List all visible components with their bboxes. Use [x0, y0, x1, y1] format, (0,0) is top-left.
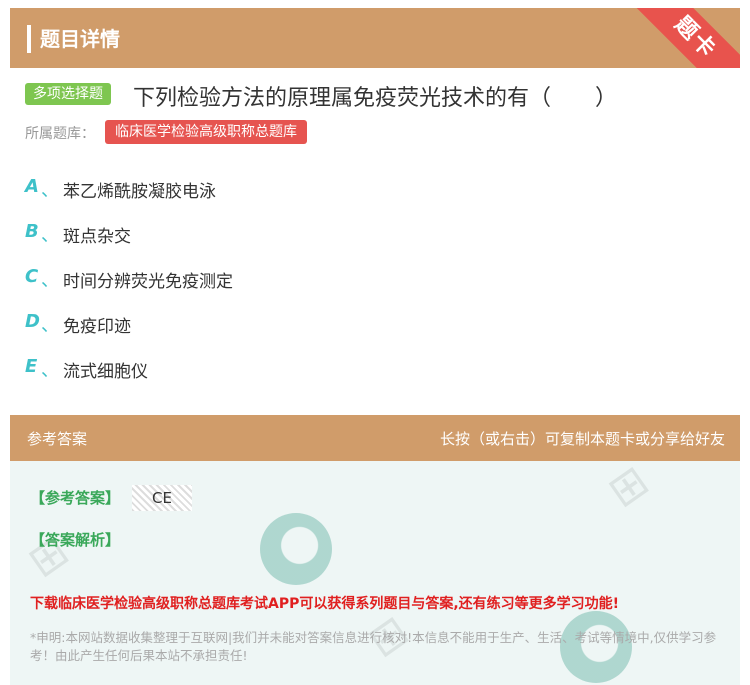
option-c[interactable]: C 、 时间分辨荧光免疫测定: [25, 266, 625, 296]
header-accent: [27, 25, 31, 53]
answer-header: 参考答案 长按（或右击）可复制本题卡或分享给好友: [10, 415, 740, 461]
app-download-link[interactable]: 下载临床医学检验高级职称总题库考试APP可以获得系列题目与答案,还有练习等更多学…: [30, 593, 619, 613]
question-bank-row: 所属题库： 临床医学检验高级职称总题库: [25, 120, 725, 146]
answer-header-title: 参考答案: [27, 430, 88, 448]
analysis-label: 【答案解析】: [30, 531, 121, 549]
disclaimer-text: *申明:本网站数据收集整理于互联网|我们并未能对答案信息进行核对!本信息不能用于…: [30, 630, 717, 663]
share-hint: 长按（或右击）可复制本题卡或分享给好友: [439, 430, 725, 448]
question-type-badge: 多项选择题: [25, 83, 111, 105]
option-b[interactable]: B 、 斑点杂交: [25, 221, 625, 251]
option-separator: 、: [41, 315, 59, 336]
watermark-logo-icon: [260, 513, 332, 585]
answer-value: CE: [132, 485, 192, 511]
option-text: 免疫印迹: [63, 317, 131, 337]
option-letter: A: [25, 176, 39, 197]
bank-label: 所属题库：: [25, 126, 95, 142]
answer-label: 【参考答案】: [30, 489, 121, 507]
option-separator: 、: [41, 225, 59, 246]
option-text: 斑点杂交: [63, 227, 131, 247]
option-text: 流式细胞仪: [63, 362, 148, 382]
option-letter: C: [25, 266, 39, 287]
option-letter: B: [25, 221, 39, 242]
option-letter: E: [25, 356, 38, 377]
answer-panel: ⊞ ⊞ ⊞ 【参考答案】 CE 【答案解析】 下载临床医学检验高级职称总题库考试…: [10, 461, 740, 685]
option-a[interactable]: A 、 苯乙烯酰胺凝胶电泳: [25, 176, 625, 206]
question-row: 多项选择题 下列检验方法的原理属免疫荧光技术的有（ ）: [25, 80, 725, 111]
option-separator: 、: [41, 270, 59, 291]
option-separator: 、: [41, 360, 59, 381]
option-separator: 、: [41, 180, 59, 201]
option-text: 时间分辨荧光免疫测定: [63, 272, 233, 292]
question-card-ribbon[interactable]: 题卡: [620, 8, 740, 68]
option-e[interactable]: E 、 流式细胞仪: [25, 356, 625, 386]
page-title: 题目详情: [40, 27, 120, 51]
option-text: 苯乙烯酰胺凝胶电泳: [63, 182, 216, 202]
question-text: 下列检验方法的原理属免疫荧光技术的有（ ）: [133, 86, 618, 111]
bank-link[interactable]: 临床医学检验高级职称总题库: [105, 120, 307, 144]
option-letter: D: [25, 311, 40, 332]
watermark-icon: ⊞: [598, 461, 659, 518]
header-bar: 题目详情 题卡: [10, 8, 740, 68]
option-d[interactable]: D 、 免疫印迹: [25, 311, 625, 341]
